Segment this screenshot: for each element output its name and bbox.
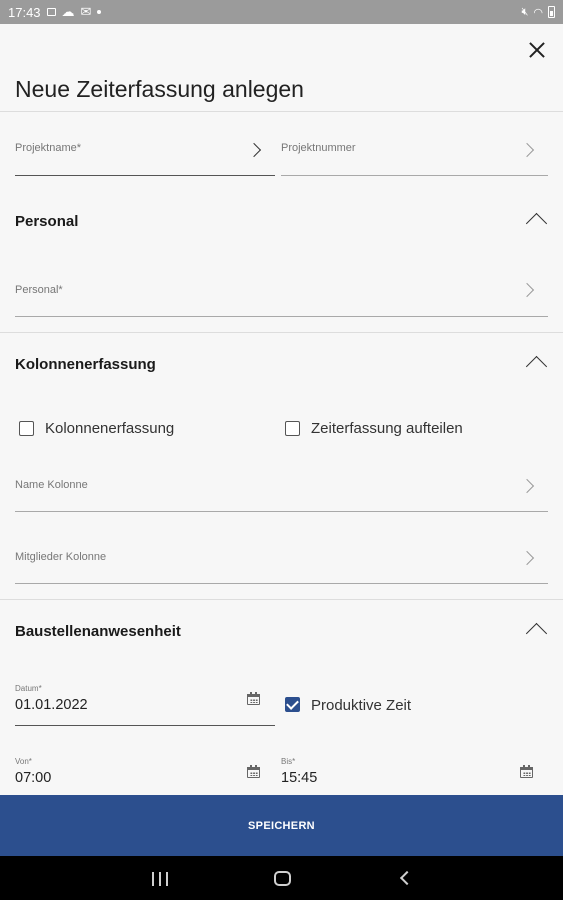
kolonne-checkbox[interactable] xyxy=(19,421,34,436)
save-button[interactable]: SPEICHERN xyxy=(0,795,563,856)
project-name-label: Projektname* xyxy=(15,142,82,154)
aufteilen-checkbox[interactable] xyxy=(285,421,300,436)
section-title-personal: Personal xyxy=(15,213,79,230)
personal-field[interactable]: Personal* xyxy=(15,270,548,317)
battery-icon xyxy=(548,6,555,18)
produktive-zeit-checkbox[interactable] xyxy=(285,697,300,712)
home-icon[interactable] xyxy=(274,871,291,886)
datum-value: 01.01.2022 xyxy=(15,697,88,713)
status-time: 17:43 xyxy=(8,4,41,20)
aufteilen-checkbox-label: Zeiterfassung aufteilen xyxy=(311,420,463,437)
datum-label: Datum* xyxy=(15,684,42,693)
back-icon[interactable] xyxy=(399,870,415,886)
mitglieder-kolonne-label: Mitglieder Kolonne xyxy=(15,551,107,563)
section-title-baustelle: Baustellenanwesenheit xyxy=(15,623,181,640)
cloud-icon: ☁ xyxy=(61,4,75,19)
chevron-right-icon xyxy=(519,142,535,158)
bis-value: 15:45 xyxy=(281,770,318,786)
header-divider xyxy=(0,111,563,112)
chevron-up-icon[interactable] xyxy=(525,355,548,378)
section-title-kolonne: Kolonnenerfassung xyxy=(15,356,156,373)
name-kolonne-field[interactable]: Name Kolonne xyxy=(15,465,548,512)
calendar-icon[interactable] xyxy=(247,765,260,778)
system-nav-bar xyxy=(0,856,563,900)
bis-field[interactable]: Bis* 15:45 xyxy=(281,753,548,795)
datum-field[interactable]: Datum* 01.01.2022 xyxy=(15,680,275,726)
image-icon xyxy=(46,8,56,16)
von-field[interactable]: Von* 07:00 xyxy=(15,753,275,795)
mail-icon: ✉ xyxy=(80,4,92,19)
page-title: Neue Zeiterfassung anlegen xyxy=(15,76,304,102)
name-kolonne-label: Name Kolonne xyxy=(15,479,88,491)
wifi-icon: ◠ xyxy=(533,6,543,19)
calendar-icon[interactable] xyxy=(520,765,533,778)
calendar-icon[interactable] xyxy=(247,692,260,705)
chevron-up-icon[interactable] xyxy=(525,212,548,235)
von-label: Von* xyxy=(15,757,32,766)
mitglieder-kolonne-field[interactable]: Mitglieder Kolonne xyxy=(15,537,548,584)
status-bar: 17:43 ☁ ✉ 🔇︎ ◠ xyxy=(0,0,563,24)
project-number-field[interactable]: Projektnummer xyxy=(281,128,548,176)
close-icon[interactable] xyxy=(525,38,549,62)
chevron-right-icon xyxy=(519,478,535,494)
chevron-right-icon xyxy=(519,282,535,298)
project-name-field[interactable]: Projektname* xyxy=(15,128,275,176)
project-number-label: Projektnummer xyxy=(281,142,356,154)
recents-icon[interactable] xyxy=(152,872,168,886)
bis-label: Bis* xyxy=(281,757,296,766)
mute-icon: 🔇︎ xyxy=(521,5,529,18)
chevron-right-icon xyxy=(246,142,262,158)
chevron-right-icon xyxy=(519,550,535,566)
personal-label: Personal* xyxy=(15,284,63,296)
dot-icon xyxy=(97,10,102,14)
von-value: 07:00 xyxy=(15,770,52,786)
section-divider xyxy=(0,599,563,600)
section-divider xyxy=(0,332,563,333)
kolonne-checkbox-label: Kolonnenerfassung xyxy=(45,420,175,437)
produktive-zeit-label: Produktive Zeit xyxy=(311,697,412,714)
chevron-up-icon[interactable] xyxy=(525,622,548,645)
